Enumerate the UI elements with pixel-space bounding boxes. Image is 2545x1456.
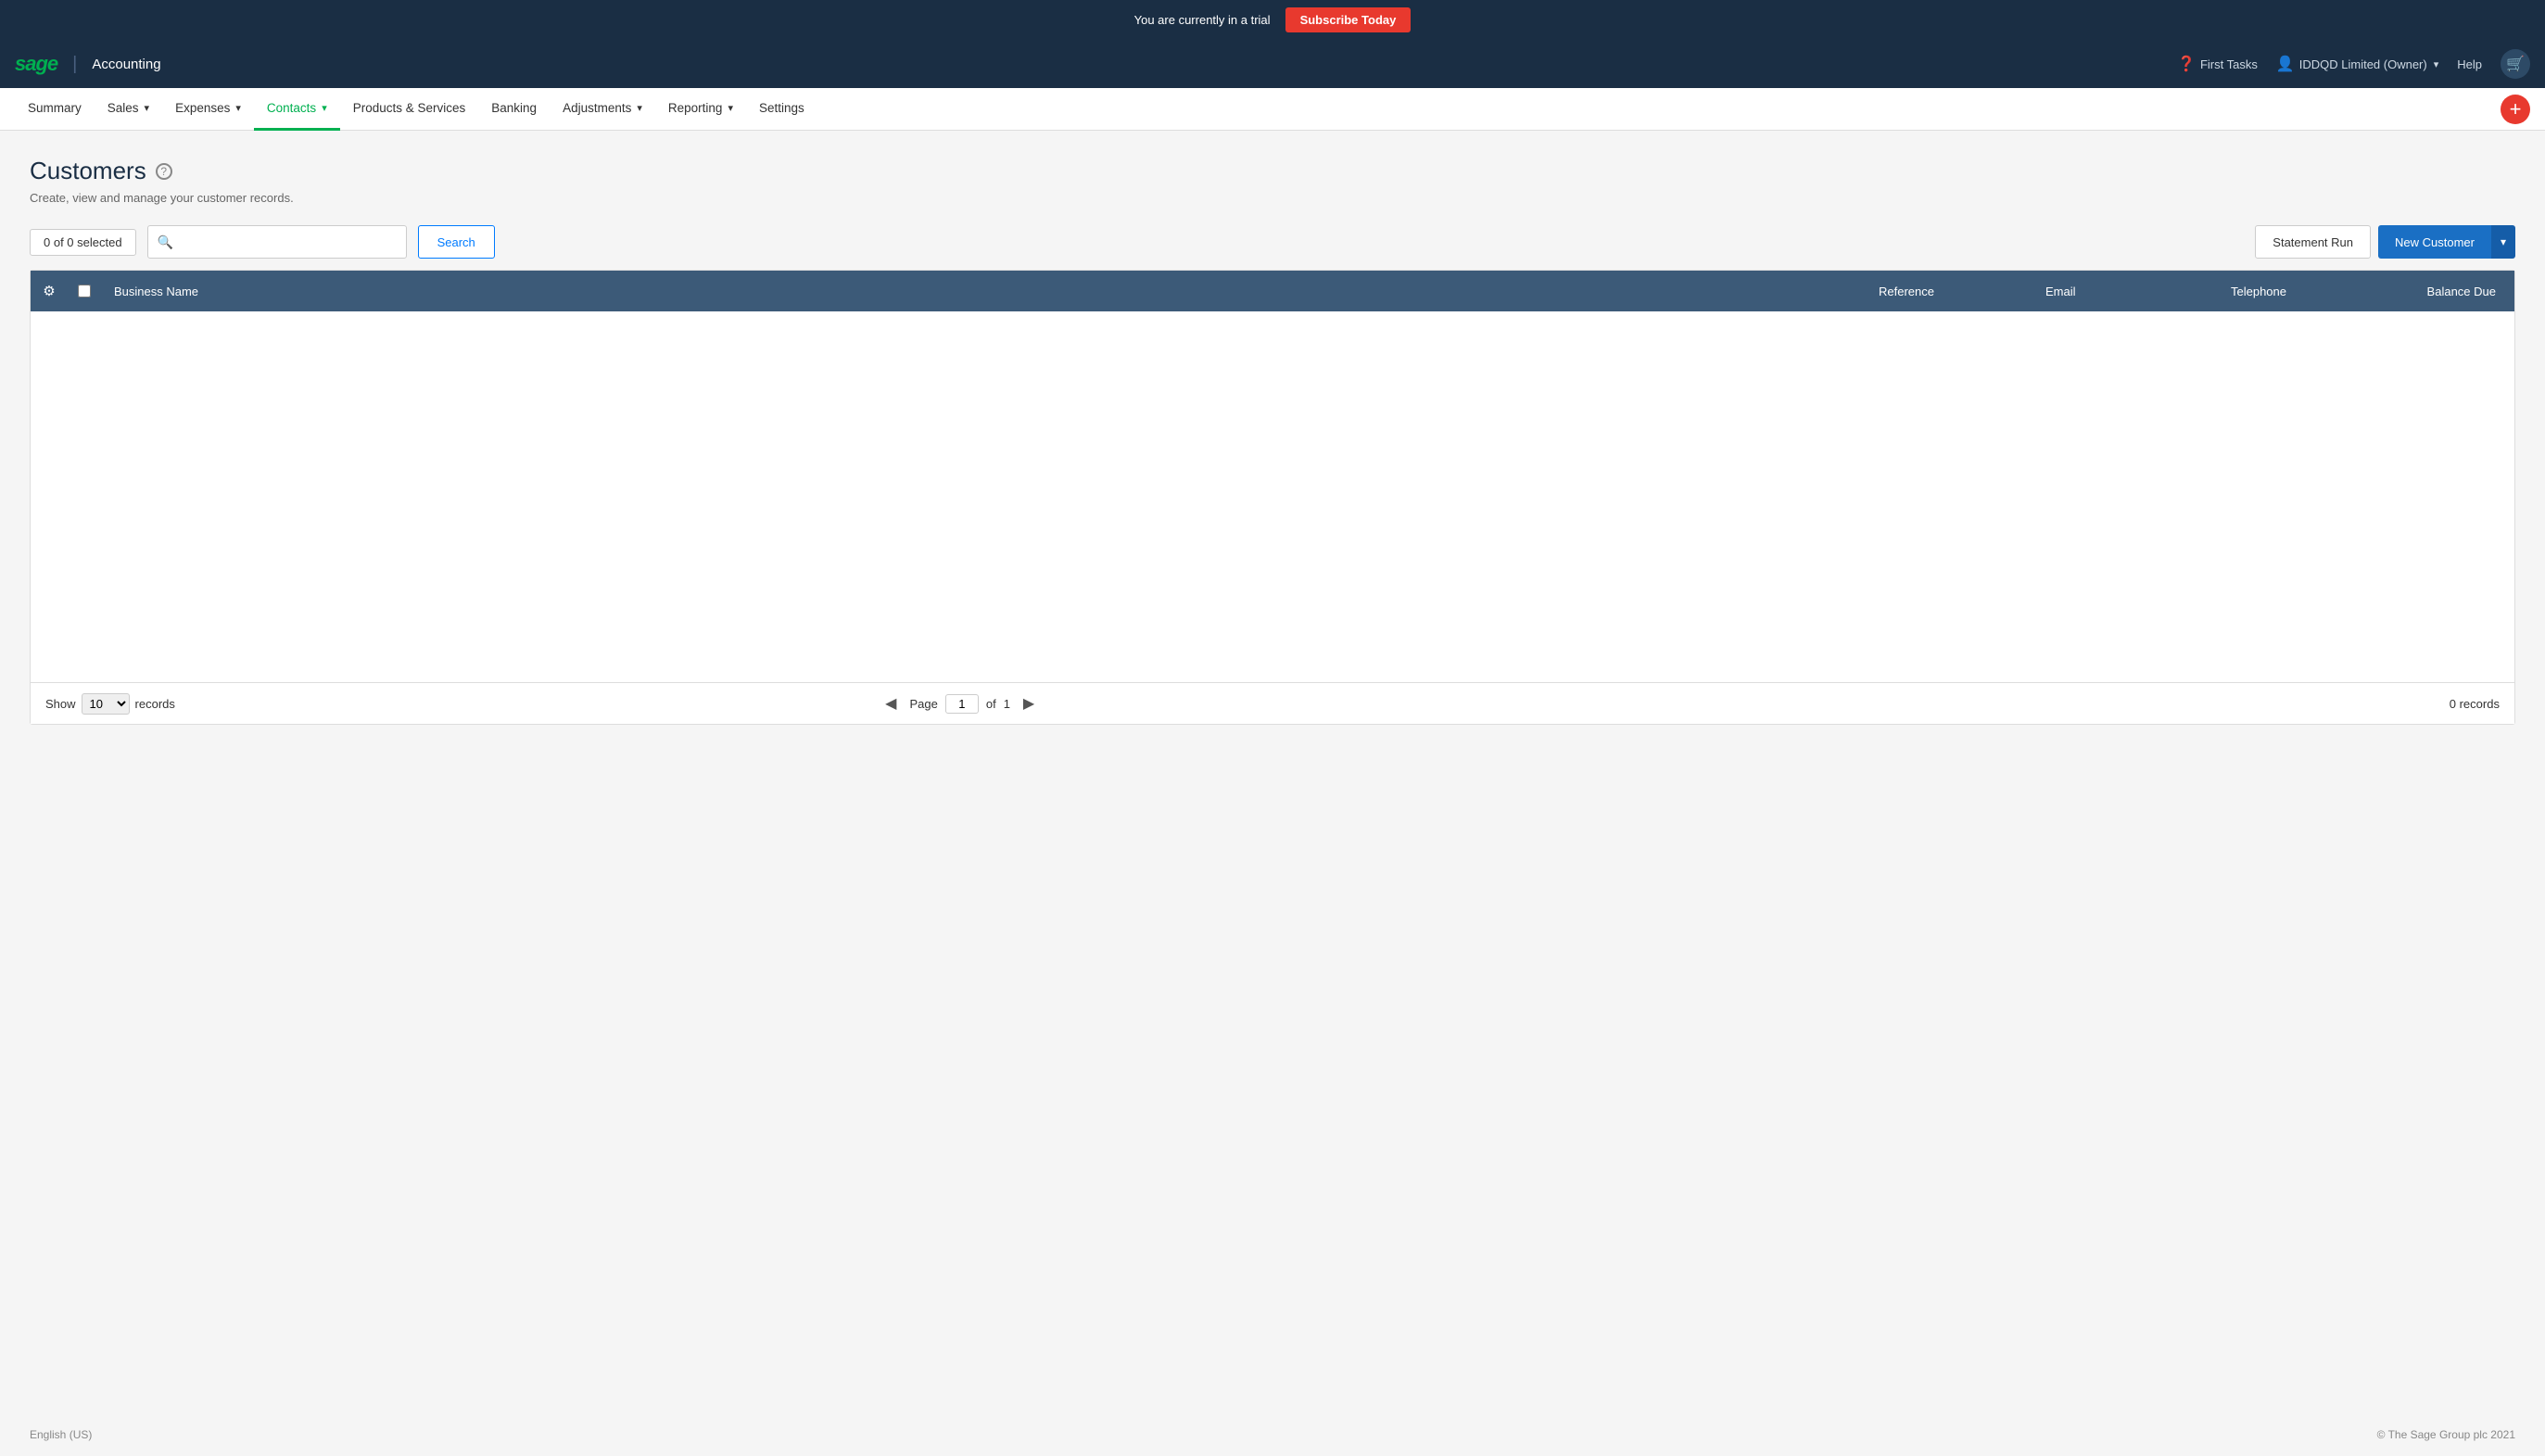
nav-summary[interactable]: Summary [15,88,95,131]
first-tasks-link[interactable]: ❓ First Tasks [2177,55,2258,73]
top-navigation: sage | Accounting ❓ First Tasks 👤 IDDQD … [0,40,2545,88]
of-label: of [986,697,996,711]
new-customer-button[interactable]: New Customer [2378,225,2491,259]
show-label: Show [45,697,76,711]
customers-table-wrap: ⚙ Business Name Reference Email Telephon… [30,270,2515,725]
nav-sales[interactable]: Sales ▾ [95,88,162,131]
table-footer: Show 10 25 50 100 records ◀ Page of 1 ▶ … [31,682,2514,724]
search-icon: 🔍 [158,234,173,250]
page-number-input[interactable] [945,694,979,714]
col-header-business-name[interactable]: Business Name [101,285,1866,298]
prev-page-button[interactable]: ◀ [880,692,902,715]
trial-message: You are currently in a trial [1134,13,1271,27]
col-header-reference[interactable]: Reference [1866,285,2032,298]
page-title-wrap: Customers ? [30,157,2515,185]
page-title: Customers [30,157,146,185]
account-link[interactable]: 👤 IDDQD Limited (Owner) ▾ [2276,55,2438,73]
reporting-chevron-icon: ▾ [728,102,733,114]
toolbar-right: Statement Run New Customer ▾ [2255,225,2515,259]
select-all-checkbox-wrap[interactable] [68,285,101,298]
cart-icon: 🛒 [2506,55,2525,73]
gear-icon: ⚙ [43,283,55,299]
pagination: ◀ Page of 1 ▶ [880,692,1040,715]
new-customer-dropdown-button[interactable]: ▾ [2491,225,2515,259]
page-subtitle: Create, view and manage your customer re… [30,191,2515,205]
cart-button[interactable]: 🛒 [2501,49,2530,79]
table-header: ⚙ Business Name Reference Email Telephon… [31,271,2514,311]
subscribe-button[interactable]: Subscribe Today [1285,7,1412,32]
new-customer-button-group: New Customer ▾ [2378,225,2515,259]
user-icon: 👤 [2276,55,2295,73]
top-nav-right: ❓ First Tasks 👤 IDDQD Limited (Owner) ▾ … [2177,49,2530,79]
col-header-balance-due[interactable]: Balance Due [2385,285,2514,298]
total-records: 0 records [2450,697,2500,711]
copyright-label: © The Sage Group plc 2021 [2377,1428,2515,1441]
nav-expenses[interactable]: Expenses ▾ [162,88,254,131]
column-settings-button[interactable]: ⚙ [31,283,68,299]
trial-banner: You are currently in a trial Subscribe T… [0,0,2545,40]
locale-label: English (US) [30,1428,92,1441]
account-chevron-icon: ▾ [2434,58,2439,70]
statement-run-button[interactable]: Statement Run [2255,225,2371,259]
adjustments-chevron-icon: ▾ [637,102,642,114]
col-header-email[interactable]: Email [2032,285,2218,298]
sales-chevron-icon: ▾ [145,102,150,114]
sage-logo[interactable]: sage [15,52,57,76]
nav-contacts[interactable]: Contacts ▾ [254,88,340,131]
main-navigation: Summary Sales ▾ Expenses ▾ Contacts ▾ Pr… [0,88,2545,131]
nav-settings[interactable]: Settings [746,88,817,131]
search-input[interactable] [179,235,397,249]
search-field-wrap: 🔍 [147,225,407,259]
select-all-checkbox[interactable] [78,285,91,298]
page-label: Page [909,697,937,711]
records-label: records [135,697,175,711]
toolbar: 0 of 0 selected 🔍 Search Statement Run N… [30,225,2515,259]
col-header-telephone[interactable]: Telephone [2218,285,2385,298]
nav-banking[interactable]: Banking [478,88,550,131]
next-page-button[interactable]: ▶ [1018,692,1040,715]
nav-products-services[interactable]: Products & Services [340,88,479,131]
quick-add-button[interactable]: + [2501,95,2530,124]
selection-badge: 0 of 0 selected [30,229,136,256]
help-link[interactable]: Help [2457,57,2482,71]
page-content: Customers ? Create, view and manage your… [0,131,2545,1413]
new-customer-dropdown-icon: ▾ [2501,235,2506,248]
expenses-chevron-icon: ▾ [235,102,241,114]
nav-adjustments[interactable]: Adjustments ▾ [550,88,655,131]
table-body [31,311,2514,682]
total-pages: 1 [1004,697,1010,711]
show-records-wrap: Show 10 25 50 100 records [45,693,175,715]
contacts-chevron-icon: ▾ [322,102,327,114]
nav-reporting[interactable]: Reporting ▾ [655,88,746,131]
app-name: Accounting [92,57,160,72]
nav-divider: | [72,54,77,75]
help-icon[interactable]: ? [156,163,172,180]
search-button[interactable]: Search [418,225,495,259]
question-circle-icon: ❓ [2177,55,2196,73]
page-footer: English (US) © The Sage Group plc 2021 [0,1413,2545,1456]
records-per-page-select[interactable]: 10 25 50 100 [82,693,130,715]
